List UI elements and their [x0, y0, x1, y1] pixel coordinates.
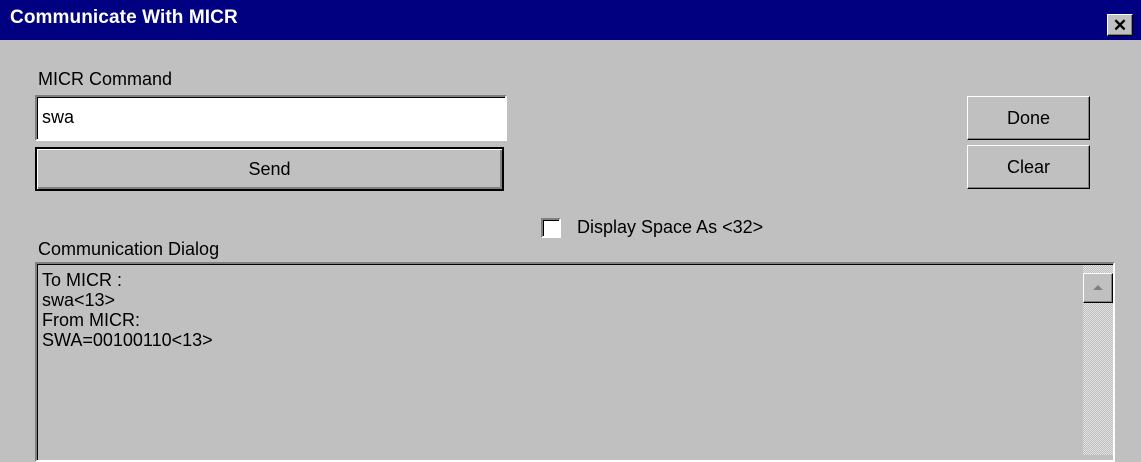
communication-dialog-label: Communication Dialog [38, 239, 220, 259]
clear-button[interactable]: Clear [967, 145, 1090, 189]
up-arrow-icon [1093, 285, 1103, 290]
close-icon: ✕ [1112, 15, 1128, 35]
micr-command-value: swa [42, 107, 75, 127]
dialog-line: From MICR: [42, 310, 140, 330]
window-title: Communicate With MICR [10, 7, 238, 28]
micr-command-input[interactable]: swa [35, 95, 507, 141]
dialog-line: SWA=00100110<13> [42, 330, 213, 350]
scroll-up-button[interactable] [1083, 273, 1113, 303]
dialog-line: To MICR : [42, 270, 123, 290]
send-button-label: Send [248, 158, 291, 179]
dialog-line: swa<13> [42, 290, 116, 310]
close-button[interactable]: ✕ [1107, 14, 1133, 36]
send-button[interactable]: Send [35, 147, 504, 191]
micr-command-label: MICR Command [38, 69, 173, 89]
clear-button-label: Clear [1006, 156, 1050, 177]
display-space-checkbox[interactable] [541, 218, 561, 238]
done-button[interactable]: Done [967, 96, 1090, 140]
done-button-label: Done [1006, 107, 1051, 128]
display-space-label[interactable]: Display Space As <32> [577, 217, 763, 238]
communication-dialog-textarea[interactable]: To MICR : swa<13> From MICR: SWA=0010011… [35, 262, 1115, 462]
dialog-lines: To MICR : swa<13> From MICR: SWA=0010011… [42, 270, 213, 350]
vertical-scrollbar[interactable] [1083, 265, 1113, 455]
title-bar[interactable]: Communicate With MICR ✕ [0, 0, 1141, 40]
